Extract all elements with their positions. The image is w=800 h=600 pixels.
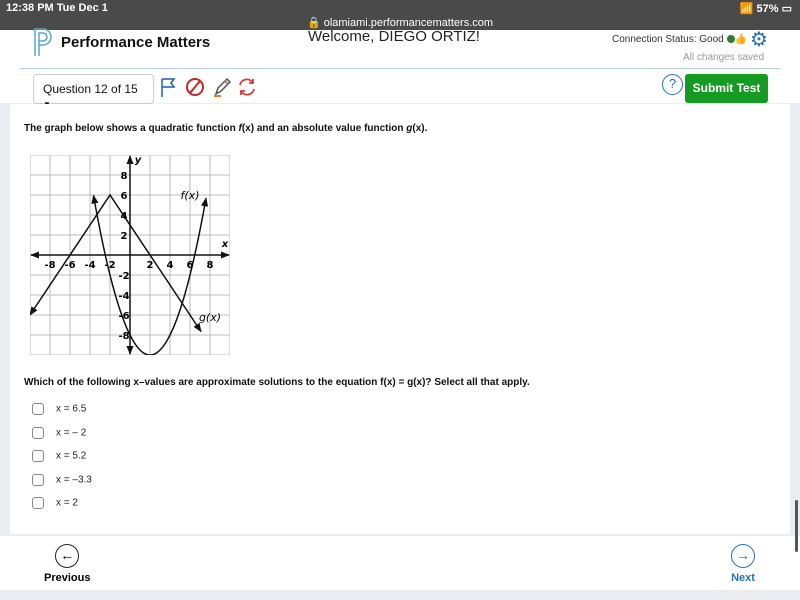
f-label: f(x) <box>181 189 200 202</box>
prompt-text-2: (x) and an absolute value function <box>241 123 407 134</box>
answer-option[interactable]: x = 5.2 <box>32 450 86 464</box>
x-tick-label: -8 <box>44 260 55 271</box>
y-tick-label: 4 <box>121 211 128 222</box>
x-tick-label: -4 <box>84 260 95 271</box>
arrow-left-icon: ← <box>55 544 80 568</box>
connection-status: Connection Status: Good 👍 <box>612 34 747 45</box>
question-selector-label: Question 12 of 15 <box>43 82 138 96</box>
question-selector[interactable]: Question 12 of 15 ▼ <box>33 74 154 109</box>
answer-option[interactable]: x = –3.3 <box>32 473 92 488</box>
question-text: Which of the following x–values are appr… <box>24 377 530 388</box>
answer-option[interactable]: x = 6.5 <box>32 403 86 417</box>
next-button[interactable]: → Next <box>731 544 755 584</box>
logo-icon <box>34 28 52 56</box>
question-prompt: The graph below shows a quadratic functi… <box>24 123 427 134</box>
y-tick-label: 2 <box>121 231 128 242</box>
checkbox[interactable] <box>32 497 44 509</box>
next-label: Next <box>731 572 755 584</box>
option-label: x = –3.3 <box>56 474 92 486</box>
status-bar: 12:38 PM Tue Dec 1 🔒 olamiami.performanc… <box>0 0 800 30</box>
checkbox[interactable] <box>32 473 44 486</box>
clock: 12:38 PM Tue Dec 1 <box>6 2 108 14</box>
option-label: x = 5.2 <box>56 450 87 462</box>
x-tick-label: -6 <box>64 260 75 271</box>
checkbox[interactable] <box>32 403 44 415</box>
thumbs-up-icon: 👍 <box>734 34 747 45</box>
y-tick-label: 6 <box>121 191 128 202</box>
footer-nav: ← Previous → Next <box>0 536 800 590</box>
welcome-text: Welcome, DIEGO ORTIZ! <box>308 28 480 45</box>
option-label: x = 6.5 <box>56 403 87 415</box>
submit-test-button[interactable]: Submit Test <box>685 74 768 103</box>
battery-level: 57% <box>756 3 779 15</box>
option-label: x = 2 <box>56 497 78 509</box>
x-axis-label: x <box>221 239 229 250</box>
y-tick-label: -2 <box>118 271 129 282</box>
gear-icon[interactable]: ⚙ <box>750 27 768 52</box>
x-tick-label: 8 <box>207 260 214 271</box>
y-tick-label: 8 <box>121 171 128 182</box>
status-dot-icon <box>726 35 735 43</box>
previous-label: Previous <box>44 572 91 584</box>
previous-button[interactable]: ← Previous <box>44 544 90 584</box>
y-tick-label: -6 <box>118 311 129 322</box>
x-tick-label: 4 <box>167 260 174 271</box>
answer-option[interactable]: x = 2 <box>32 497 78 511</box>
flag-icon[interactable] <box>160 76 178 98</box>
y-tick-label: -8 <box>118 331 129 342</box>
reset-icon[interactable] <box>236 76 258 98</box>
answer-option[interactable]: x = – 2 <box>32 426 87 441</box>
prompt-text: The graph below shows a quadratic functi… <box>24 123 239 134</box>
highlighter-icon[interactable] <box>212 76 234 98</box>
checkbox[interactable] <box>32 426 44 439</box>
brand-name: Performance Matters <box>61 34 211 51</box>
x-tick-label: 2 <box>147 260 154 271</box>
checkbox[interactable] <box>32 450 44 462</box>
connection-text: Connection Status: Good <box>612 34 724 45</box>
scrollbar[interactable] <box>795 500 798 552</box>
battery: 📶 57% ▭ <box>739 3 792 15</box>
header: Performance Matters Welcome, DIEGO ORTIZ… <box>0 27 800 109</box>
save-status: All changes saved <box>683 52 765 63</box>
x-tick-label: -2 <box>104 260 115 271</box>
x-tick-label: 6 <box>187 260 194 271</box>
arrow-right-icon: → <box>731 544 755 568</box>
prompt-text-3: (x). <box>412 123 428 134</box>
help-button[interactable]: ? <box>662 74 683 95</box>
eliminate-icon[interactable] <box>185 76 207 98</box>
divider <box>20 68 780 69</box>
y-axis-label: y <box>135 155 142 166</box>
question-panel: The graph below shows a quadratic functi… <box>10 104 790 534</box>
option-label: x = – 2 <box>56 427 87 439</box>
g-label: g(x) <box>199 311 221 324</box>
y-tick-label: -4 <box>118 291 129 302</box>
function-graph: -8 -6 -4 -2 2 4 6 8 8 6 4 2 -2 -4 -6 -8 x y f(x) g(x) <box>30 155 230 355</box>
